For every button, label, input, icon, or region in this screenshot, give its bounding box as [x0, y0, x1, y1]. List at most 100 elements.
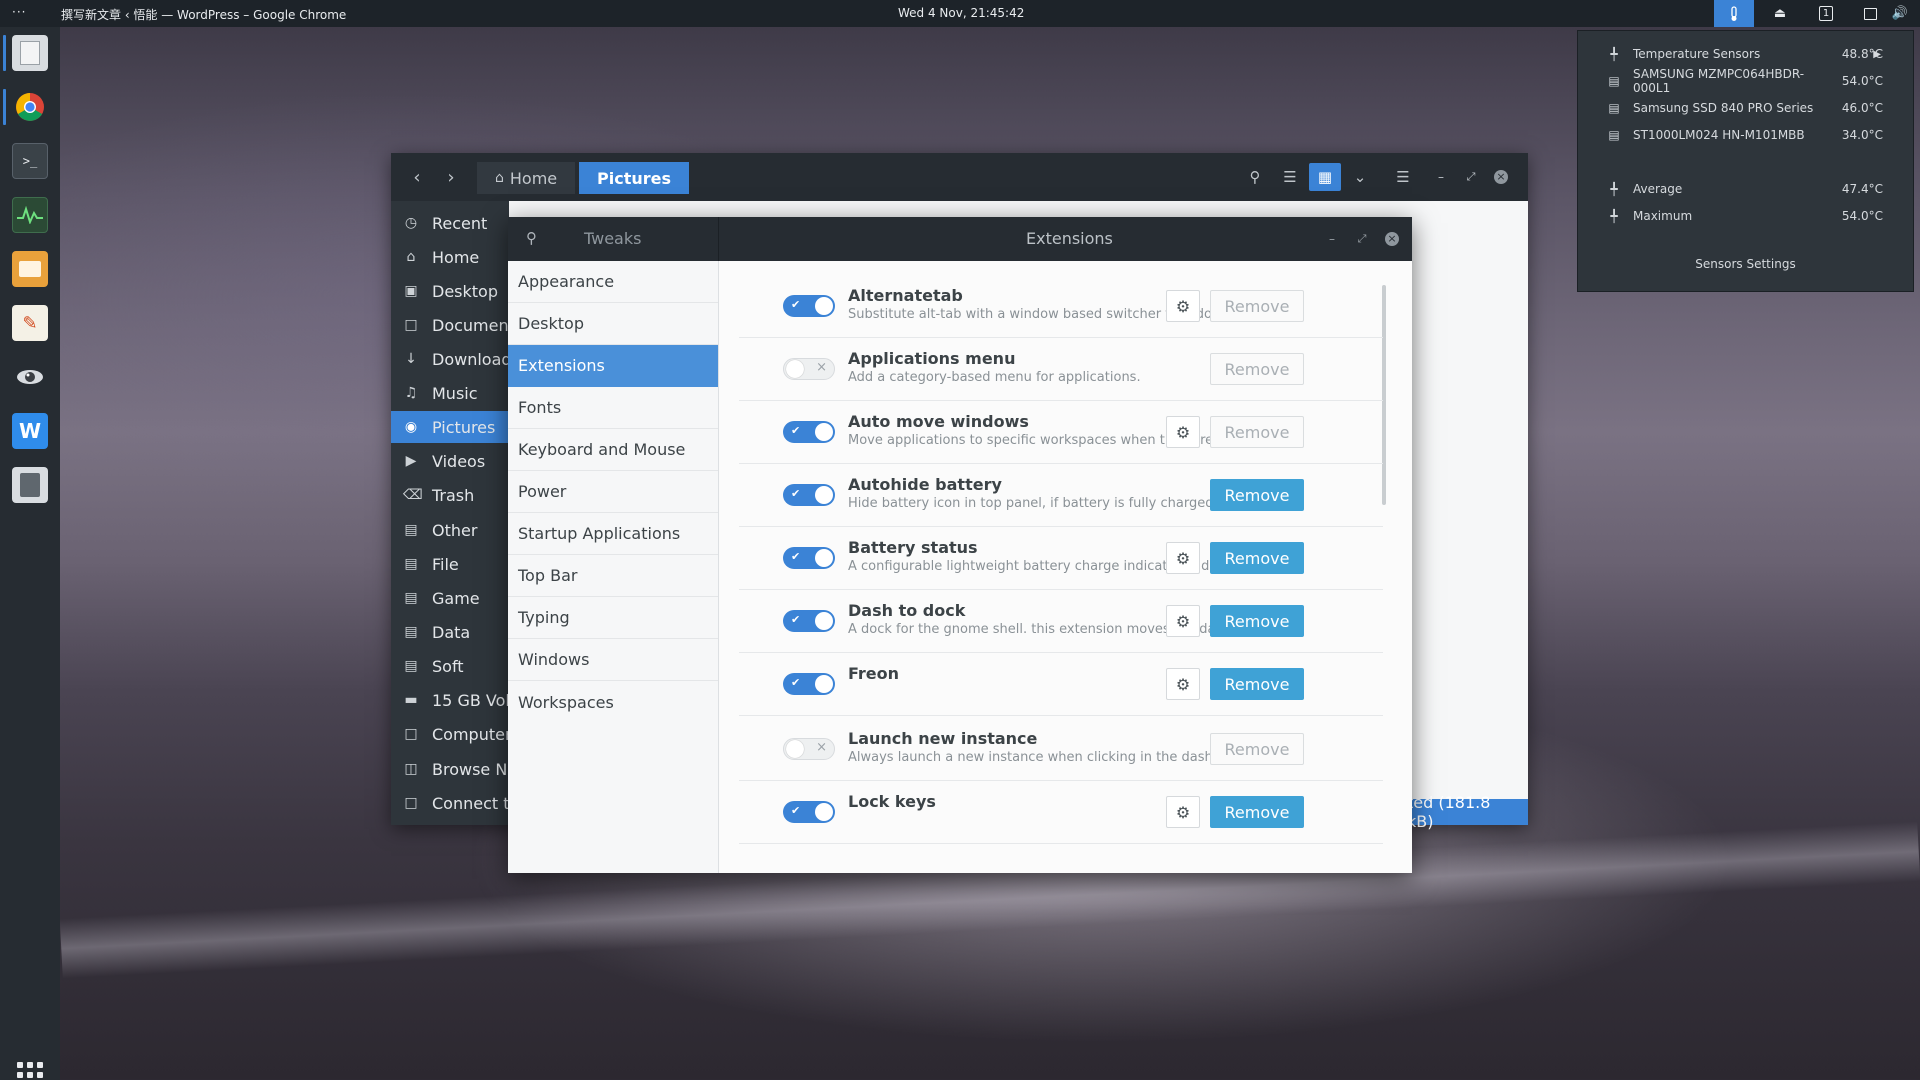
tweaks-tab-typing[interactable]: Typing	[508, 597, 718, 639]
breadcrumb-home[interactable]: ⌂ Home	[477, 162, 576, 194]
search-icon[interactable]: ⚲	[1239, 163, 1271, 191]
sensor-row-drive[interactable]: ▤ Samsung SSD 840 PRO Series 46.0°C	[1578, 95, 1915, 121]
extension-row: Alternatetab Substitute alt-tab with a wi…	[739, 275, 1383, 338]
tweaks-tab-power[interactable]: Power	[508, 471, 718, 513]
remove-button[interactable]: Remove	[1210, 796, 1304, 828]
remove-button[interactable]: Remove	[1210, 479, 1304, 511]
sidebar-item-videos[interactable]: ▶ Videos	[391, 445, 509, 477]
remove-button[interactable]: Remove	[1210, 290, 1304, 322]
sensor-row-drive[interactable]: ▤ SAMSUNG MZMPC064HBDR-000L1 54.0°C	[1578, 67, 1915, 95]
sidebar-item-browse-network[interactable]: ◫ Browse Network	[391, 753, 509, 785]
close-icon[interactable]: ×	[1382, 229, 1402, 249]
sensor-label: Temperature Sensors	[1633, 47, 1761, 61]
menu-icon[interactable]: ☰	[1387, 163, 1419, 191]
media-icon[interactable]	[12, 251, 48, 287]
sensor-value: 34.0°C	[1841, 128, 1883, 142]
tweaks-tab-keyboard-mouse[interactable]: Keyboard and Mouse	[508, 429, 718, 471]
sensor-row-average[interactable]: ╇ Average 47.4°C	[1578, 176, 1915, 202]
list-view-icon[interactable]: ☰	[1274, 163, 1306, 191]
sidebar-item-documents[interactable]: □ Documents	[391, 309, 509, 341]
wps-writer-icon[interactable]: W	[12, 413, 48, 449]
extension-toggle[interactable]	[783, 738, 835, 760]
focused-window-title[interactable]: 撰写新文章 ‹ 悟能 — WordPress – Google Chrome	[61, 6, 346, 23]
sidebar-item-music[interactable]: ♫ Music	[391, 377, 509, 409]
sensors-settings-button[interactable]: Sensors Settings	[1578, 257, 1913, 271]
gear-icon[interactable]: ⚙	[1166, 668, 1200, 700]
extension-toggle[interactable]	[783, 610, 835, 632]
chevron-down-icon[interactable]: ⌄	[1344, 163, 1376, 191]
sidebar-item-computer[interactable]: □ Computer	[391, 718, 509, 750]
remove-button[interactable]: Remove	[1210, 668, 1304, 700]
sensor-row-temperature[interactable]: ╇ Temperature Sensors 48.8°C ▶	[1578, 41, 1915, 67]
sidebar-item-volume[interactable]: ▬ 15 GB Volume	[391, 684, 509, 716]
extension-toggle[interactable]	[783, 547, 835, 569]
sidebar-item-other[interactable]: ▤ Other	[391, 514, 509, 546]
gear-icon[interactable]: ⚙	[1166, 290, 1200, 322]
sidebar-item-downloads[interactable]: ↓ Downloads	[391, 343, 509, 375]
maximize-icon[interactable]: ⤢	[1352, 229, 1372, 249]
maximize-icon[interactable]: ⤢	[1455, 163, 1487, 191]
sidebar-item-connect-server[interactable]: □ Connect to Server	[391, 787, 509, 819]
remove-button[interactable]: Remove	[1210, 605, 1304, 637]
tweaks-tab-startup-applications[interactable]: Startup Applications	[508, 513, 718, 555]
clock[interactable]: Wed 4 Nov, 21:45:42	[898, 6, 1024, 20]
sensor-row-maximum[interactable]: ╇ Maximum 54.0°C	[1578, 203, 1915, 229]
volume-icon[interactable]: 🔊	[1880, 0, 1920, 27]
extension-toggle[interactable]	[783, 358, 835, 380]
gear-icon[interactable]: ⚙	[1166, 605, 1200, 637]
extension-toggle[interactable]	[783, 484, 835, 506]
tweaks-tab-extensions[interactable]: Extensions	[508, 345, 718, 387]
terminal-icon[interactable]: >_	[12, 143, 48, 179]
sidebar-item-trash[interactable]: ⌫ Trash	[391, 479, 509, 511]
minimize-icon[interactable]: –	[1425, 163, 1457, 191]
close-icon[interactable]: ×	[1485, 163, 1517, 191]
files-icon[interactable]	[12, 35, 48, 71]
tweaks-tab-windows[interactable]: Windows	[508, 639, 718, 681]
text-editor-icon[interactable]: ✎	[12, 305, 48, 341]
tweaks-tab-desktop[interactable]: Desktop	[508, 303, 718, 345]
gear-icon[interactable]: ⚙	[1166, 796, 1200, 828]
sidebar-item-desktop[interactable]: ▣ Desktop	[391, 275, 509, 307]
extension-toggle[interactable]	[783, 295, 835, 317]
sensor-value: 46.0°C	[1841, 101, 1883, 115]
extension-toggle[interactable]	[783, 421, 835, 443]
sidebar-item-file[interactable]: ▤ File	[391, 548, 509, 580]
sensor-row-drive[interactable]: ▤ ST1000LM024 HN-M101MBB 34.0°C	[1578, 122, 1915, 148]
gear-icon[interactable]: ⚙	[1166, 542, 1200, 574]
tweaks-tab-top-bar[interactable]: Top Bar	[508, 555, 718, 597]
workspace-indicator-icon[interactable]: 1	[1806, 0, 1846, 27]
app-grid-icon[interactable]	[10, 1055, 50, 1080]
grid-view-icon[interactable]: ▦	[1309, 163, 1341, 191]
calculator-icon[interactable]	[12, 467, 48, 503]
eject-icon[interactable]: ⏏	[1760, 0, 1800, 27]
sidebar-item-label: Other	[432, 520, 478, 540]
tweaks-tab-appearance[interactable]: Appearance	[508, 261, 718, 303]
search-icon[interactable]: ⚲	[526, 229, 537, 247]
extension-toggle[interactable]	[783, 673, 835, 695]
forward-icon[interactable]: ›	[437, 163, 465, 191]
eye-of-gnome-icon[interactable]	[12, 359, 48, 395]
activities-button[interactable]: ···	[12, 5, 26, 19]
sidebar-item-soft[interactable]: ▤ Soft	[391, 650, 509, 682]
breadcrumb-home-label: Home	[509, 168, 558, 188]
sidebar-item-data[interactable]: ▤ Data	[391, 616, 509, 648]
minimize-icon[interactable]: –	[1322, 229, 1342, 249]
sidebar-item-pictures[interactable]: ◉ Pictures	[391, 411, 509, 443]
chrome-icon[interactable]	[12, 89, 48, 125]
remove-button[interactable]: Remove	[1210, 733, 1304, 765]
tweaks-tab-fonts[interactable]: Fonts	[508, 387, 718, 429]
sensor-value: 47.4°C	[1841, 182, 1883, 196]
breadcrumb-pictures[interactable]: Pictures	[579, 162, 689, 194]
remove-button[interactable]: Remove	[1210, 353, 1304, 385]
remove-button[interactable]: Remove	[1210, 416, 1304, 448]
sidebar-item-game[interactable]: ▤ Game	[391, 582, 509, 614]
tweaks-tab-workspaces[interactable]: Workspaces	[508, 681, 718, 723]
extension-toggle[interactable]	[783, 801, 835, 823]
sidebar-item-home[interactable]: ⌂ Home	[391, 241, 509, 273]
system-monitor-icon[interactable]	[12, 197, 48, 233]
gear-icon[interactable]: ⚙	[1166, 416, 1200, 448]
back-icon[interactable]: ‹	[403, 163, 431, 191]
remove-button[interactable]: Remove	[1210, 542, 1304, 574]
sidebar-item-recent[interactable]: ◷ Recent	[391, 207, 509, 239]
temperature-icon[interactable]	[1714, 0, 1754, 27]
